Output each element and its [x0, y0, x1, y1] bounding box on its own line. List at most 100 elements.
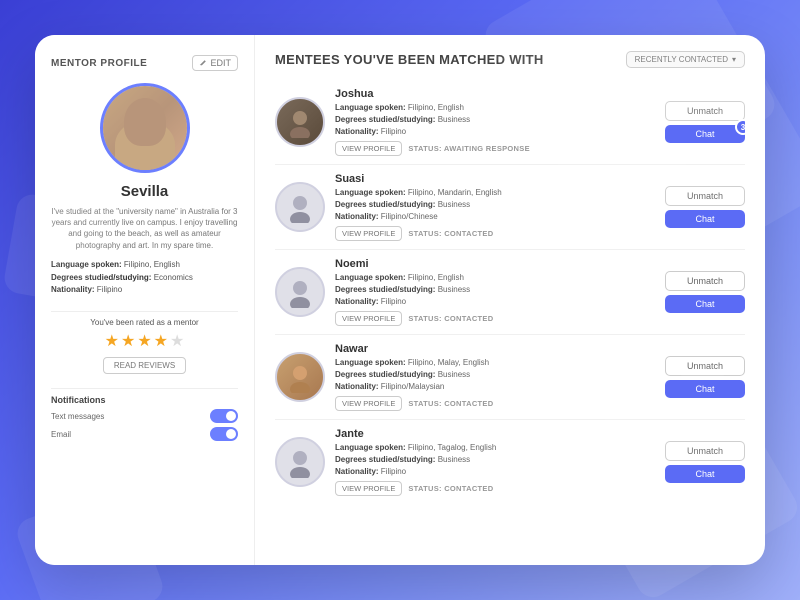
read-reviews-button[interactable]: READ REVIEWS	[103, 357, 186, 374]
nawar-chat-button[interactable]: Chat	[665, 380, 745, 398]
nawar-status-badge: STATUS: CONTACTED	[408, 399, 493, 408]
lang-label: Language spoken:	[51, 260, 122, 269]
mentees-list: Joshua Language spoken: Filipino, Englis…	[275, 80, 745, 549]
lang-value: Filipino, English	[124, 260, 180, 269]
suasi-nationality: Nationality: Filipino/Chinese	[335, 211, 655, 223]
joshua-status-badge: STATUS: AWAITING RESPONSE	[408, 144, 530, 153]
person-icon	[284, 361, 316, 393]
joshua-avatar	[275, 97, 325, 147]
nawar-actions: Unmatch Chat	[665, 356, 745, 398]
mentor-profile-header: MENTOR PROFILE EDIT	[51, 55, 238, 71]
nawar-degrees: Degrees studied/studying: Business	[335, 369, 655, 381]
suasi-unmatch-button[interactable]: Unmatch	[665, 186, 745, 206]
right-panel: MENTEES YOU'VE BEEN MATCHED WITH RECENTL…	[255, 35, 765, 565]
right-header: MENTEES YOU'VE BEEN MATCHED WITH RECENTL…	[275, 51, 745, 68]
jante-info: Jante Language spoken: Filipino, Tagalog…	[335, 428, 655, 496]
jante-actions: Unmatch Chat	[665, 441, 745, 483]
left-panel: MENTOR PROFILE EDIT Sevilla I've studied…	[35, 35, 255, 565]
jante-avatar	[275, 437, 325, 487]
mentee-row: Suasi Language spoken: Filipino, Mandari…	[275, 165, 745, 250]
jante-nationality: Nationality: Filipino	[335, 466, 655, 478]
joshua-nationality: Nationality: Filipino	[335, 126, 655, 138]
mentor-avatar	[100, 83, 190, 173]
mentor-name: Sevilla	[121, 183, 169, 200]
noemi-actions: Unmatch Chat	[665, 271, 745, 313]
main-card: MENTOR PROFILE EDIT Sevilla I've studied…	[35, 35, 765, 565]
email-row: Email	[51, 427, 238, 441]
joshua-degrees: Degrees studied/studying: Business	[335, 114, 655, 126]
suasi-chat-button[interactable]: Chat	[665, 210, 745, 228]
edit-button[interactable]: EDIT	[192, 55, 238, 71]
suasi-name: Suasi	[335, 173, 655, 185]
noemi-name: Noemi	[335, 258, 655, 270]
nawar-view-profile-button[interactable]: VIEW PROFILE	[335, 396, 402, 411]
joshua-unmatch-button[interactable]: Unmatch	[665, 101, 745, 121]
nawar-status-row: VIEW PROFILE STATUS: CONTACTED	[335, 396, 655, 411]
degrees-label: Degrees studied/studying:	[51, 273, 151, 282]
noemi-avatar	[275, 267, 325, 317]
nawar-avatar	[275, 352, 325, 402]
text-messages-row: Text messages	[51, 409, 238, 423]
notifications-title: Notifications	[51, 395, 238, 405]
noemi-status-row: VIEW PROFILE STATUS: CONTACTED	[335, 311, 655, 326]
mentor-bio: I've studied at the "university name" in…	[51, 206, 238, 251]
mentee-row: Noemi Language spoken: Filipino, English…	[275, 250, 745, 335]
person-icon	[284, 276, 316, 308]
noemi-lang: Language spoken: Filipino, English	[335, 272, 655, 284]
joshua-lang: Language spoken: Filipino, English	[335, 102, 655, 114]
suasi-degrees: Degrees studied/studying: Business	[335, 199, 655, 211]
joshua-chat-button[interactable]: Chat 3	[665, 125, 745, 143]
jante-unmatch-button[interactable]: Unmatch	[665, 441, 745, 461]
person-icon	[284, 106, 316, 138]
suasi-actions: Unmatch Chat	[665, 186, 745, 228]
dropdown-icon: ▾	[732, 55, 736, 64]
joshua-info: Joshua Language spoken: Filipino, Englis…	[335, 88, 655, 156]
joshua-actions: Unmatch Chat 3	[665, 101, 745, 143]
joshua-name: Joshua	[335, 88, 655, 100]
mentor-profile-title: MENTOR PROFILE	[51, 58, 147, 69]
star-5: ★	[170, 331, 184, 351]
text-messages-toggle[interactable]	[210, 409, 238, 423]
noemi-info: Noemi Language spoken: Filipino, English…	[335, 258, 655, 326]
star-3: ★	[137, 331, 151, 351]
recently-contacted-button[interactable]: RECENTLY CONTACTED ▾	[626, 51, 745, 68]
mentor-avatar-img	[103, 86, 187, 170]
noemi-unmatch-button[interactable]: Unmatch	[665, 271, 745, 291]
mentees-title: MENTEES YOU'VE BEEN MATCHED WITH	[275, 52, 544, 67]
joshua-view-profile-button[interactable]: VIEW PROFILE	[335, 141, 402, 156]
degrees-value: Economics	[154, 273, 193, 282]
noemi-chat-button[interactable]: Chat	[665, 295, 745, 313]
nawar-name: Nawar	[335, 343, 655, 355]
suasi-view-profile-button[interactable]: VIEW PROFILE	[335, 226, 402, 241]
noemi-view-profile-button[interactable]: VIEW PROFILE	[335, 311, 402, 326]
suasi-status-row: VIEW PROFILE STATUS: CONTACTED	[335, 226, 655, 241]
suasi-status-badge: STATUS: CONTACTED	[408, 229, 493, 238]
divider-1	[51, 311, 238, 312]
star-2: ★	[121, 331, 135, 351]
mentee-row: Jante Language spoken: Filipino, Tagalog…	[275, 420, 745, 504]
star-1: ★	[105, 331, 119, 351]
notifications-section: Notifications Text messages Email	[51, 395, 238, 445]
email-label: Email	[51, 430, 71, 439]
suasi-lang: Language spoken: Filipino, Mandarin, Eng…	[335, 187, 655, 199]
jante-chat-button[interactable]: Chat	[665, 465, 745, 483]
edit-icon	[199, 59, 207, 67]
mentor-details: Language spoken: Filipino, English Degre…	[51, 259, 238, 297]
rating-label: You've been rated as a mentor	[90, 318, 198, 327]
jante-name: Jante	[335, 428, 655, 440]
suasi-avatar	[275, 182, 325, 232]
noemi-degrees: Degrees studied/studying: Business	[335, 284, 655, 296]
jante-lang: Language spoken: Filipino, Tagalog, Engl…	[335, 442, 655, 454]
nationality-label: Nationality:	[51, 285, 95, 294]
stars: ★ ★ ★ ★ ★	[105, 331, 185, 351]
email-toggle[interactable]	[210, 427, 238, 441]
star-4: ★	[154, 331, 168, 351]
joshua-status-row: VIEW PROFILE STATUS: AWAITING RESPONSE	[335, 141, 655, 156]
mentee-row: Joshua Language spoken: Filipino, Englis…	[275, 80, 745, 165]
divider-2	[51, 388, 238, 389]
nawar-unmatch-button[interactable]: Unmatch	[665, 356, 745, 376]
jante-status-badge: STATUS: CONTACTED	[408, 484, 493, 493]
jante-view-profile-button[interactable]: VIEW PROFILE	[335, 481, 402, 496]
mentee-row: Nawar Language spoken: Filipino, Malay, …	[275, 335, 745, 420]
nawar-lang: Language spoken: Filipino, Malay, Englis…	[335, 357, 655, 369]
